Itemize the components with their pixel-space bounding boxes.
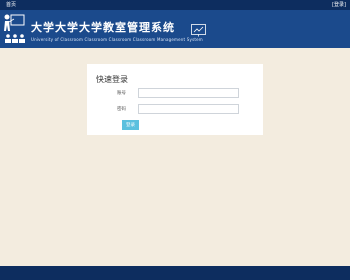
login-link[interactable]: [登录] <box>332 0 346 10</box>
home-link[interactable]: 首页 <box>6 0 16 10</box>
footer-bar <box>0 266 350 280</box>
site-title: 大学大学大学教室管理系统 <box>31 21 175 34</box>
presentation-board-icon <box>191 24 206 37</box>
login-heading: 快速登录 <box>96 75 128 84</box>
site-subtitle: University of Classroom Classroom Classr… <box>31 37 203 42</box>
page: 首页 [登录] 大学大学大学教室管理系统 University of Class… <box>0 0 350 280</box>
password-input[interactable] <box>138 104 239 114</box>
password-label: 密码 <box>117 107 126 112</box>
top-bar: 首页 [登录] <box>0 0 350 10</box>
site-banner: 大学大学大学教室管理系统 University of Classroom Cla… <box>0 10 350 48</box>
account-label: 账号 <box>117 91 126 96</box>
login-button[interactable]: 登录 <box>122 120 139 130</box>
classroom-teacher-icon <box>4 14 25 43</box>
account-input[interactable] <box>138 88 239 98</box>
login-card: 快速登录 账号 密码 登录 <box>87 64 263 135</box>
